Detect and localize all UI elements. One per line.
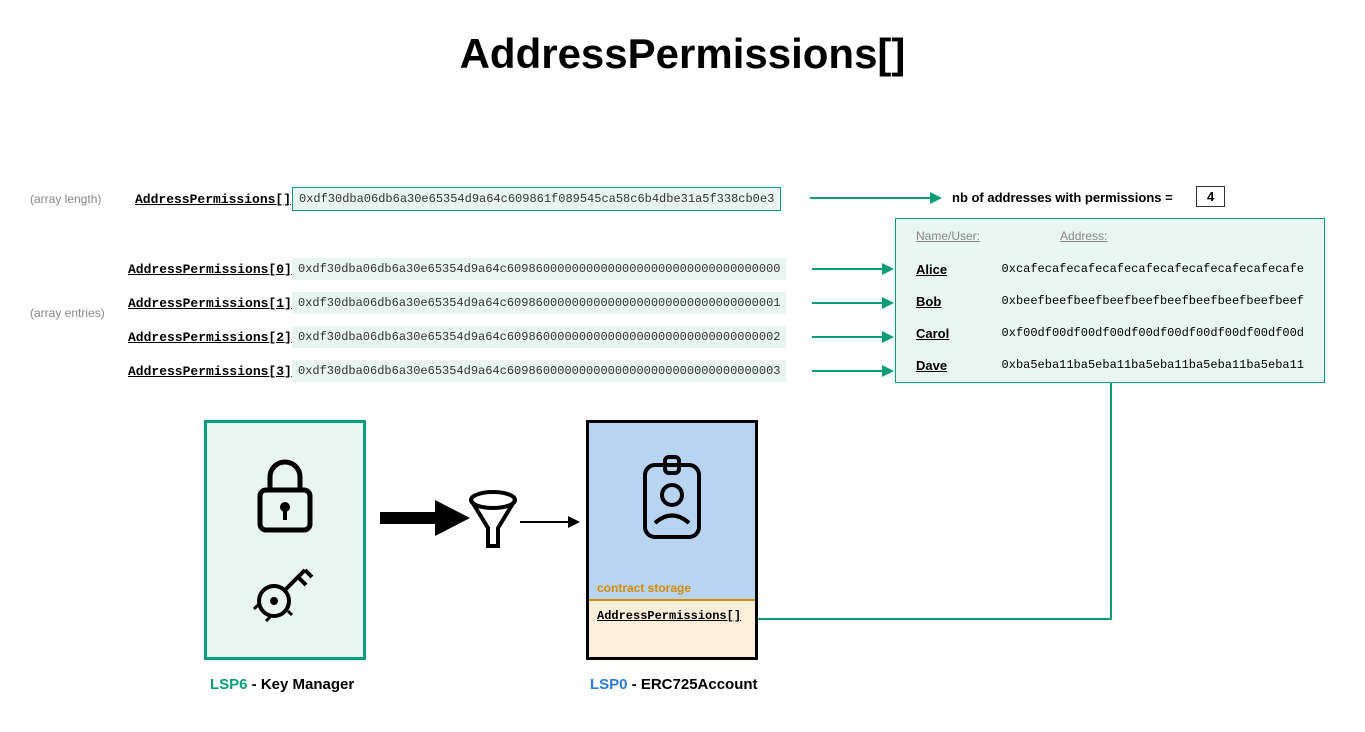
user-name: Dave — [916, 358, 1002, 373]
entry-2-name: AddressPermissions[2] — [128, 330, 292, 345]
user-name: Alice — [916, 262, 1002, 277]
arrow-line-nb — [810, 197, 930, 199]
entry-3-name: AddressPermissions[3] — [128, 364, 292, 379]
col-address: Address: — [1060, 229, 1107, 243]
array-length-label: (array length) — [30, 192, 101, 206]
arrow-2-head — [882, 331, 894, 343]
arrow-3-head — [882, 365, 894, 377]
length-key-name: AddressPermissions[] — [135, 192, 291, 207]
user-name: Carol — [916, 326, 1002, 341]
lsp0-suffix: - ERC725Account — [628, 676, 758, 693]
entry-0-name: AddressPermissions[0] — [128, 262, 292, 277]
arrow-head-nb — [930, 192, 942, 204]
lsp6-box — [204, 420, 366, 660]
arrow-0-head — [882, 263, 894, 275]
arrow-3 — [812, 370, 882, 372]
id-badge-icon — [637, 453, 707, 543]
thin-arrow-icon — [520, 516, 580, 528]
lsp6-caption: LSP6 - Key Manager — [210, 676, 354, 693]
big-arrow-icon — [380, 500, 470, 536]
key-icon — [250, 555, 320, 625]
users-header: Name/User: Address: — [916, 229, 1304, 243]
storage-label: contract storage — [589, 577, 755, 601]
arrow-0 — [812, 268, 882, 270]
col-name: Name/User: — [916, 229, 980, 243]
connector-vline — [1110, 383, 1112, 620]
page-title: AddressPermissions[] — [460, 30, 906, 78]
storage-section: contract storage AddressPermissions[] — [589, 577, 755, 657]
lock-icon — [250, 455, 320, 535]
user-row: Dave 0xba5eba11ba5eba11ba5eba11ba5eba11b… — [916, 349, 1304, 381]
user-row: Carol 0xf00df00df00df00df00df00df00df00d… — [916, 317, 1304, 349]
lsp0-prefix: LSP0 — [590, 676, 628, 693]
nb-label: nb of addresses with permissions = — [952, 190, 1173, 205]
user-address: 0xf00df00df00df00df00df00df00df00df00df0… — [1002, 326, 1304, 340]
array-entries-label: (array entries) — [30, 306, 105, 320]
funnel-icon — [468, 490, 518, 550]
entry-0-hex: 0xdf30dba06db6a30e65354d9a64c60986000000… — [292, 258, 786, 280]
users-panel: Name/User: Address: Alice 0xcafecafecafe… — [895, 218, 1325, 383]
length-hex: 0xdf30dba06db6a30e65354d9a64c609861f0895… — [292, 187, 781, 211]
lsp6-suffix: - Key Manager — [248, 676, 355, 693]
lsp0-caption: LSP0 - ERC725Account — [590, 676, 758, 693]
user-row: Bob 0xbeefbeefbeefbeefbeefbeefbeefbeefbe… — [916, 285, 1304, 317]
arrow-2 — [812, 336, 882, 338]
user-address: 0xba5eba11ba5eba11ba5eba11ba5eba11ba5eba… — [1002, 358, 1304, 372]
connector-hline — [758, 618, 1110, 620]
user-name: Bob — [916, 294, 1002, 309]
entry-1-hex: 0xdf30dba06db6a30e65354d9a64c60986000000… — [292, 292, 786, 314]
user-address: 0xcafecafecafecafecafecafecafecafecafeca… — [1002, 262, 1304, 276]
arrow-1 — [812, 302, 882, 304]
arrow-1-head — [882, 297, 894, 309]
storage-item: AddressPermissions[] — [589, 601, 755, 657]
lsp6-prefix: LSP6 — [210, 676, 248, 693]
entry-3-hex: 0xdf30dba06db6a30e65354d9a64c60986000000… — [292, 360, 786, 382]
user-address: 0xbeefbeefbeefbeefbeefbeefbeefbeefbeefbe… — [1002, 294, 1304, 308]
user-row: Alice 0xcafecafecafecafecafecafecafecafe… — [916, 253, 1304, 285]
entry-1-name: AddressPermissions[1] — [128, 296, 292, 311]
entry-2-hex: 0xdf30dba06db6a30e65354d9a64c60986000000… — [292, 326, 786, 348]
lsp0-box: contract storage AddressPermissions[] — [586, 420, 758, 660]
nb-value: 4 — [1196, 186, 1225, 207]
